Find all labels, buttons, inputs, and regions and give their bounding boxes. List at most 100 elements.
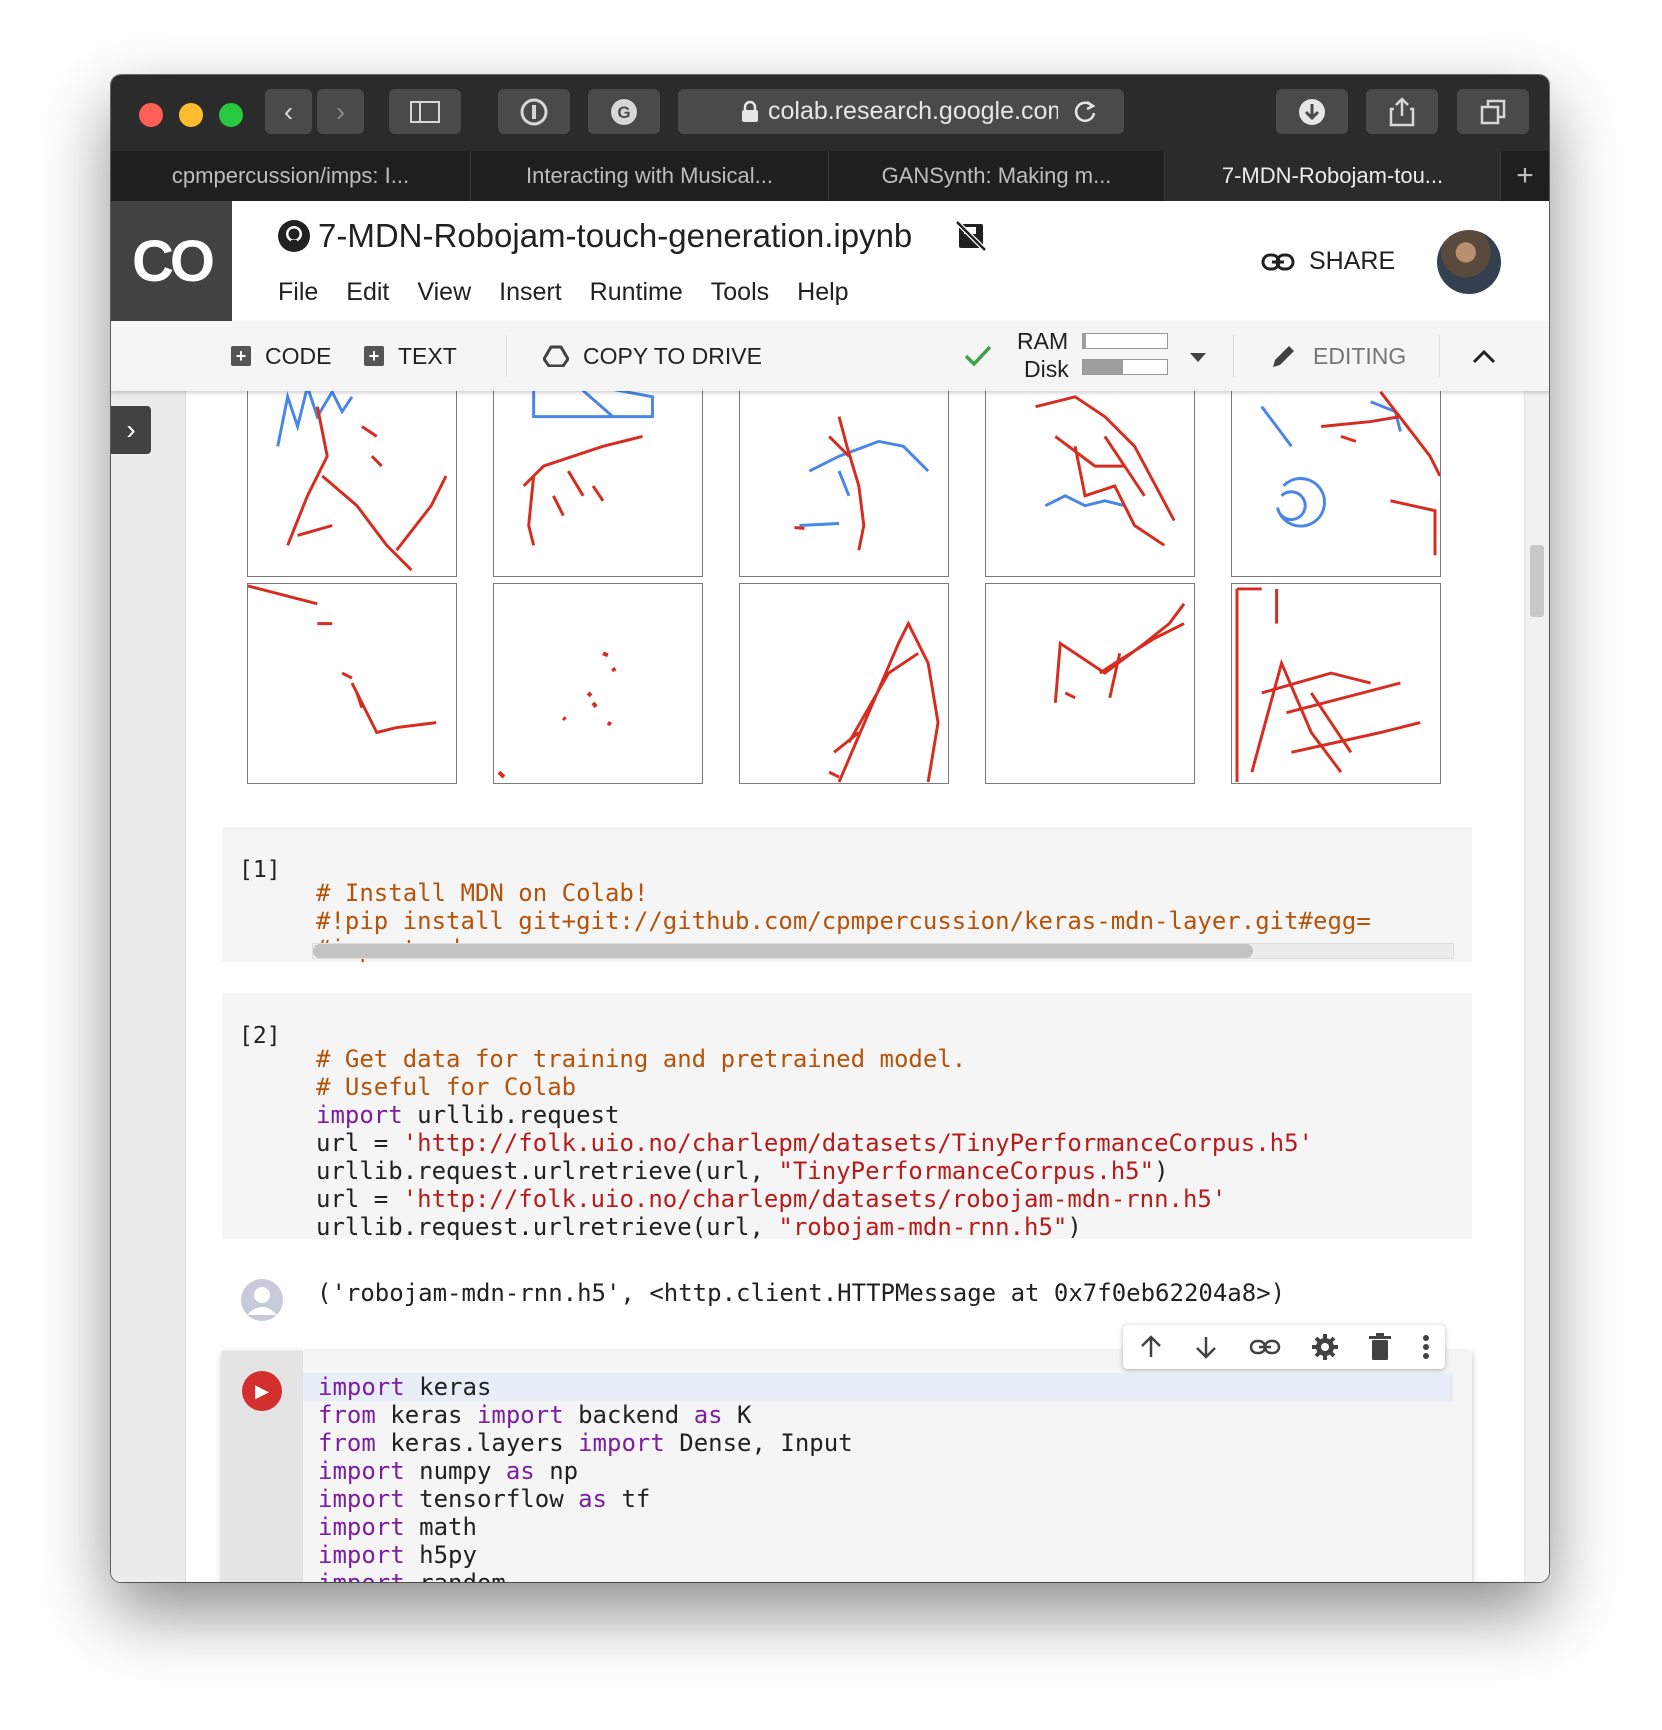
share-button[interactable]: SHARE [1261,247,1395,276]
copy-to-drive-button[interactable]: COPY TO DRIVE [543,321,762,391]
drive-icon [543,345,569,367]
tab-interacting[interactable]: Interacting with Musical... [471,151,829,201]
grammarly-extension-button[interactable]: G [588,89,660,134]
colab-logo[interactable]: CO [111,201,232,321]
touch-plot-drawing [248,584,437,735]
code-line: #!pip install git+git://github.com/cpmpe… [316,907,1371,935]
collapse-header-icon[interactable] [1471,347,1497,365]
minimize-window-button[interactable] [179,103,203,127]
menu-help[interactable]: Help [797,278,848,307]
code-cell-selected[interactable]: ▶ import keras from keras import backend… [222,1351,1472,1582]
close-window-button[interactable] [139,103,163,127]
touch-plot [985,391,1195,577]
menu-view[interactable]: View [417,278,471,307]
touch-plot-drawing [794,416,930,551]
code-cell[interactable]: [1] # Install MDN on Colab! #!pip instal… [222,827,1472,963]
touch-plot-drawing [1235,587,1421,783]
scrollbar-thumb[interactable] [313,944,1253,958]
cell-output-text: ('robojam-mdn-rnn.h5', <http.client.HTTP… [317,1279,1286,1307]
output-icon [241,1279,283,1321]
sidebar-icon [410,100,440,123]
url-text: colab.research.google.com [768,97,1058,125]
cell-execution-count: [1] [239,857,281,883]
gear-icon[interactable] [1311,1333,1339,1361]
address-bar[interactable]: colab.research.google.com [678,89,1124,134]
horizontal-scrollbar[interactable] [312,943,1454,959]
menu-bar: File Edit View Insert Runtime Tools Help [278,278,877,307]
touch-plot [493,583,703,784]
grammarly-icon: G [611,98,637,125]
run-cell-button[interactable]: ▶ [242,1371,282,1411]
touch-plot-drawing [276,391,448,572]
sidebar-toggle-button[interactable] [389,89,461,134]
touch-plot-drawing [1035,395,1176,547]
cell-code[interactable]: import keras from keras import backend a… [318,1373,853,1582]
tab-label: Interacting with Musical... [526,163,773,188]
back-button[interactable]: ‹ [265,89,312,134]
notebook-title[interactable]: 7-MDN-Robojam-touch-generation.ipynb [276,217,988,255]
toolbar-divider [1439,335,1440,377]
tab-imps[interactable]: cpmpercussion/imps: I... [111,151,471,201]
more-vert-icon[interactable] [1422,1333,1430,1361]
tab-gansynth[interactable]: GANSynth: Making m... [829,151,1165,201]
expand-sidebar-button[interactable]: › [111,406,151,454]
new-tab-button[interactable]: + [1501,151,1549,201]
touch-plot [985,583,1195,784]
plus-icon: + [364,346,384,366]
downloads-button[interactable] [1276,89,1348,134]
touch-plot-drawing [1053,602,1186,703]
plus-icon: + [231,346,251,366]
touch-plot [1231,391,1441,577]
share-icon [1389,96,1415,126]
user-avatar[interactable] [1437,230,1501,294]
menu-runtime[interactable]: Runtime [590,278,683,307]
plus-icon: + [1516,159,1534,192]
menu-edit[interactable]: Edit [346,278,389,307]
github-icon [278,220,310,252]
touch-plot-drawing [522,391,654,546]
disk-label: Disk [1024,356,1069,382]
zoom-window-button[interactable] [219,103,243,127]
editing-mode-button[interactable]: EDITING [1269,321,1406,391]
password-extension-button[interactable] [498,89,570,134]
forward-button[interactable]: › [317,89,364,134]
touch-plot [247,391,457,577]
touch-plot-drawing [497,651,617,779]
menu-file[interactable]: File [278,278,318,307]
move-up-icon[interactable] [1138,1334,1164,1360]
add-text-label: TEXT [398,342,457,369]
tab-bar: cpmpercussion/imps: I... Interacting wit… [111,151,1549,201]
lock-icon [742,100,758,122]
add-text-button[interactable]: + TEXT [364,321,457,391]
add-code-button[interactable]: + CODE [231,321,331,391]
left-gutter [111,391,186,1582]
trash-icon[interactable] [1368,1333,1392,1361]
code-text: urllib.request [417,1101,620,1129]
touch-plot-drawing [828,620,940,783]
add-code-label: CODE [265,342,332,369]
toolbar-divider [1233,335,1234,377]
code-cell[interactable]: [2] # Get data for training and pretrain… [222,993,1472,1241]
tab-overview-button[interactable] [1457,89,1529,134]
svg-text:G: G [617,103,630,122]
scrollbar-thumb[interactable] [1530,545,1544,617]
code-line: # Useful for Colab [316,1073,577,1101]
cell-code[interactable]: # Get data for training and pretrained m… [316,1017,1313,1241]
touch-plot-drawing [1260,391,1440,556]
reload-icon[interactable] [1072,99,1098,125]
share-page-button[interactable] [1366,89,1438,134]
resources-dropdown-icon[interactable] [1188,351,1208,365]
colab-logo-mark: CO [132,228,215,294]
download-icon [1299,98,1325,125]
toolbar-divider [506,335,507,377]
link-icon[interactable] [1249,1337,1281,1357]
menu-tools[interactable]: Tools [711,278,769,307]
tab-robojam[interactable]: 7-MDN-Robojam-tou... [1165,151,1501,201]
editing-label: EDITING [1313,342,1407,369]
tabs-icon [1480,99,1506,124]
vertical-scrollbar[interactable] [1524,391,1549,1582]
touch-plot [739,583,949,784]
move-down-icon[interactable] [1193,1334,1219,1360]
copy-to-drive-label: COPY TO DRIVE [583,342,762,369]
menu-insert[interactable]: Insert [499,278,562,307]
